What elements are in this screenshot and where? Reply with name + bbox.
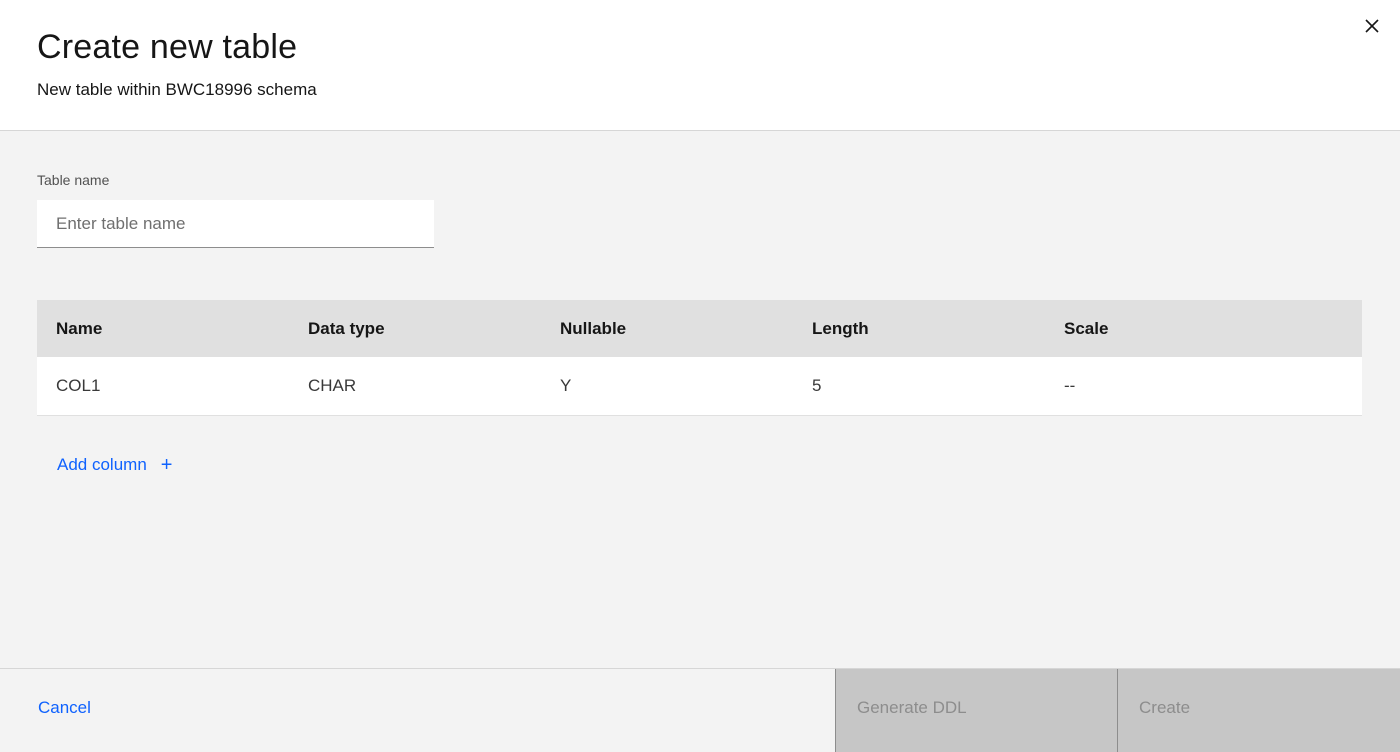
table-row[interactable]: COL1 CHAR Y 5 --	[37, 357, 1362, 416]
column-header-scale: Scale	[1064, 318, 1109, 338]
add-column-button[interactable]: Add column +	[57, 455, 172, 475]
modal-footer: Cancel Generate DDL Create	[0, 668, 1400, 752]
table-name-input[interactable]	[37, 200, 434, 248]
column-header-nullable: Nullable	[560, 318, 627, 338]
table-name-label: Table name	[37, 172, 110, 188]
close-button[interactable]	[1358, 12, 1386, 40]
cell-data-type: CHAR	[308, 376, 357, 395]
plus-icon: +	[160, 454, 173, 476]
cell-name: COL1	[56, 376, 101, 395]
columns-table: Name Data type Nullable Length Scale COL…	[37, 300, 1362, 416]
column-header-name: Name	[56, 318, 103, 338]
column-header-length: Length	[812, 318, 869, 338]
modal-header: Create new table New table within BWC189…	[0, 0, 1400, 131]
table-header-row: Name Data type Nullable Length Scale	[37, 300, 1362, 357]
cell-scale: --	[1064, 376, 1076, 395]
cell-nullable: Y	[560, 376, 572, 395]
add-column-label: Add column	[57, 455, 147, 474]
cancel-button[interactable]: Cancel	[38, 698, 91, 718]
page-title: Create new table	[37, 28, 298, 66]
create-button[interactable]: Create	[1117, 669, 1400, 752]
cell-length: 5	[812, 376, 822, 395]
column-header-data-type: Data type	[308, 318, 385, 338]
page-subtitle: New table within BWC18996 schema	[37, 80, 317, 99]
generate-ddl-button[interactable]: Generate DDL	[835, 669, 1117, 752]
close-icon	[1365, 19, 1379, 33]
